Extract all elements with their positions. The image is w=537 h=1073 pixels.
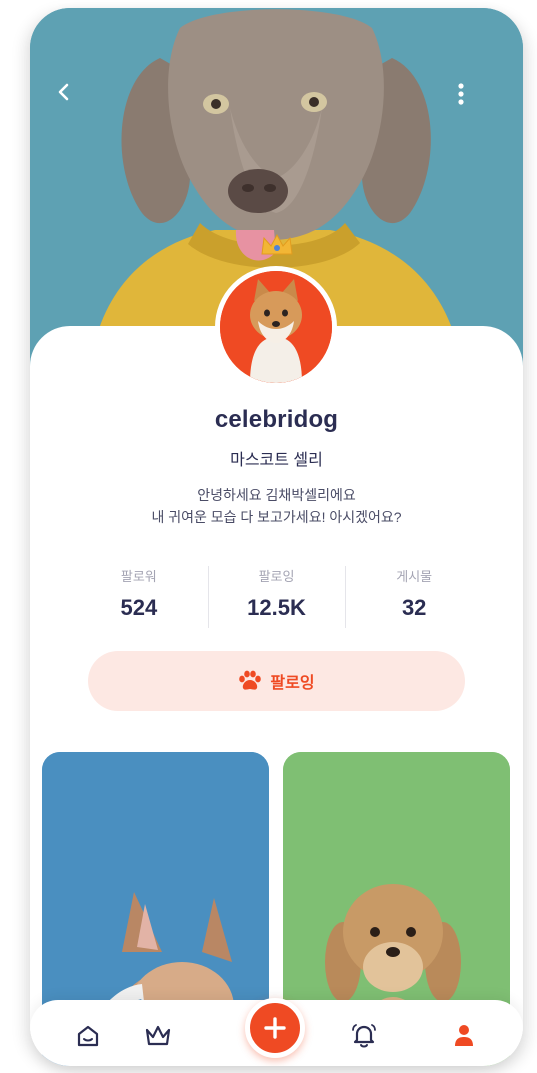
follow-button-label: 팔로잉 (270, 675, 315, 692)
display-name: 마스코트 셀리 (230, 452, 323, 469)
follow-button[interactable]: 팔로잉 (88, 651, 465, 711)
nav-profile[interactable] (446, 1018, 482, 1054)
shiba-avatar-illustration (220, 271, 332, 383)
crown-badge-icon (261, 233, 293, 255)
stat-value: 12.5K (247, 595, 306, 620)
stat-label: 팔로잉 (258, 569, 295, 584)
stat-posts[interactable]: 게시물 32 (345, 564, 483, 630)
stat-label: 게시물 (396, 569, 433, 584)
nav-ranking[interactable] (140, 1018, 176, 1054)
phone-frame: celebridog 마스코트 셀리 안녕하세요 김채박셀리에요 내 귀여운 모… (30, 8, 523, 1066)
stat-following[interactable]: 팔로잉 12.5K (207, 564, 346, 630)
nav-home[interactable] (70, 1018, 106, 1054)
user-icon (455, 1025, 473, 1046)
stat-value: 524 (120, 595, 158, 620)
stat-label: 팔로워 (120, 569, 157, 584)
stat-value: 32 (401, 595, 427, 620)
chevron-left-icon (58, 83, 69, 101)
plus-icon (264, 1017, 286, 1039)
bell-icon (352, 1024, 376, 1048)
username: celebridog (214, 406, 339, 433)
bio-line-2: 내 귀여운 모습 다 보고가세요! 아시겠어요? (151, 509, 402, 525)
bio: 안녕하세요 김채박셀리에요 내 귀여운 모습 다 보고가세요! 아시겠어요? (30, 484, 523, 528)
more-vertical-icon (458, 83, 464, 105)
crown-icon (145, 1025, 171, 1046)
avatar[interactable] (215, 266, 337, 388)
stats-row: 팔로워 524 팔로잉 12.5K 게시물 32 (70, 564, 483, 630)
back-button[interactable] (56, 82, 96, 122)
stat-followers[interactable]: 팔로워 524 (70, 564, 208, 630)
paw-icon (239, 670, 262, 690)
home-icon (77, 1025, 99, 1047)
create-post-button[interactable] (245, 998, 305, 1058)
bio-line-1: 안녕하세요 김채박셀리에요 (197, 487, 356, 503)
more-options-button[interactable] (457, 82, 497, 122)
nav-notifications[interactable] (346, 1018, 382, 1054)
